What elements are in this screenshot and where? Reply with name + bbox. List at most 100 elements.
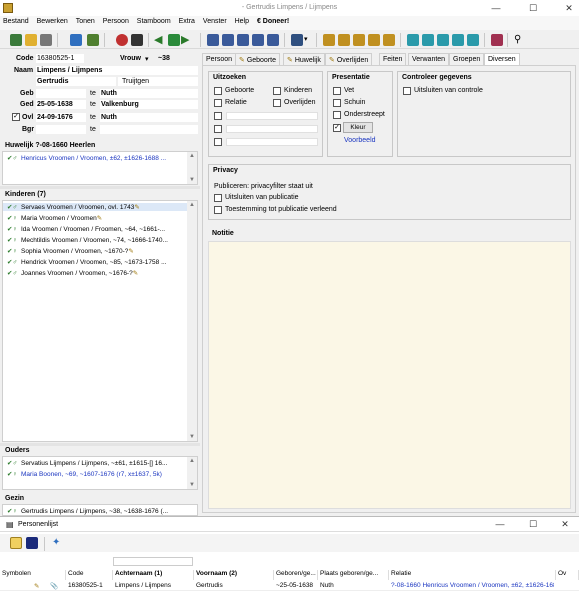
filter-icon[interactable]: ✦ <box>52 537 64 549</box>
menu-venster[interactable]: Venster <box>200 16 230 25</box>
scroll-down-icon[interactable]: ▼ <box>189 177 195 183</box>
list-item[interactable]: ✔♀ Mechtildis Vroomen / Vroomen, ~74, ~16… <box>7 236 168 244</box>
family-icon[interactable] <box>452 34 464 46</box>
chart-icon[interactable] <box>291 34 303 46</box>
death-date-field[interactable]: 24-09-1676 <box>36 113 86 122</box>
person-search-icon[interactable] <box>131 34 143 46</box>
tab-persoon[interactable]: Persoon <box>202 53 237 65</box>
custom-field-3[interactable] <box>226 138 318 146</box>
new-document-icon[interactable] <box>10 537 22 549</box>
couple-icon[interactable] <box>437 34 449 46</box>
menu-bestand[interactable]: Bestand <box>0 16 32 25</box>
relatie-checkbox[interactable] <box>214 99 222 107</box>
death-checkbox[interactable]: ✓ <box>12 113 20 121</box>
scroll-up-icon[interactable]: ▲ <box>189 458 195 464</box>
tab-geboorte[interactable]: ✎ Geboorte <box>235 53 280 65</box>
table-row[interactable] <box>0 592 579 600</box>
custom-checkbox-2[interactable] <box>214 125 222 133</box>
view-descendants-icon[interactable] <box>267 34 279 46</box>
toestemming-checkbox[interactable] <box>214 206 222 214</box>
list-item[interactable]: ✔♀ Sophia Vroomen / Vroomen, ~1670-?✎ <box>7 247 134 255</box>
list-item[interactable]: ✔♀ Gertrudis Limpens / Lijmpens, ~38, ~16… <box>7 507 168 515</box>
menu-persoon[interactable]: Persoon <box>100 16 132 25</box>
kleur-button[interactable]: Kleur <box>343 122 373 133</box>
col-symbolen[interactable]: Symbolen <box>0 570 66 580</box>
list-item[interactable]: ✔♂ Servaes Vroomen / Vroomen, ovl. 1743✎ <box>3 203 187 211</box>
menu-tonen[interactable]: Tonen <box>73 16 98 25</box>
open-folder-icon[interactable] <box>25 34 37 46</box>
view-ancestors-icon[interactable] <box>252 34 264 46</box>
list-item[interactable]: ✔♂ Joannes Vroomen / Vroomen, ~1676-?✎ <box>7 269 138 277</box>
list-item[interactable]: ✔♀ Maria Boonen, ~69, ~1607-1676 (r7, x±1… <box>7 470 162 478</box>
list-item[interactable]: ✔♀ Ida Vroomen / Vroomen / Froomen, ~64, … <box>7 225 165 233</box>
book-icon[interactable] <box>491 34 503 46</box>
person-icon[interactable] <box>422 34 434 46</box>
tree-chart-icon[interactable] <box>323 34 335 46</box>
tab-groepen[interactable]: Groepen <box>449 53 485 65</box>
table-row[interactable]: ✎ 📎 16380525-1 Limpens / Lijmpens Gertru… <box>0 581 579 591</box>
view-list-icon[interactable] <box>207 34 219 46</box>
sex-select[interactable]: Vrouw <box>120 55 141 62</box>
search-input[interactable] <box>113 557 193 566</box>
scrollbar[interactable]: ▲ ▼ <box>187 457 197 489</box>
ancestor-chart-icon[interactable] <box>338 34 350 46</box>
lock-icon[interactable] <box>26 537 38 549</box>
birth-place-field[interactable]: Nuth <box>100 89 198 98</box>
burial-place-field[interactable] <box>100 125 198 134</box>
geboorte-checkbox[interactable] <box>214 87 222 95</box>
menu-extra[interactable]: Extra <box>176 16 198 25</box>
minimize-button[interactable]: — <box>491 518 509 530</box>
menu-stamboom[interactable]: Stamboom <box>134 16 174 25</box>
col-geboren[interactable]: Geboren/ge... <box>274 570 318 580</box>
save-icon[interactable] <box>40 34 52 46</box>
view-family-icon[interactable] <box>222 34 234 46</box>
menu-doneer[interactable]: € Doneer! <box>254 16 292 25</box>
scroll-up-icon[interactable]: ▲ <box>189 202 195 208</box>
new-icon[interactable] <box>10 34 22 46</box>
baptism-date-field[interactable]: 25-05-1638 <box>36 100 86 109</box>
menu-bewerken[interactable]: Bewerken <box>34 16 71 25</box>
home-icon[interactable] <box>168 34 180 46</box>
baptism-place-field[interactable]: Valkenburg <box>100 100 198 109</box>
minimize-button[interactable]: — <box>487 2 505 14</box>
vet-checkbox[interactable] <box>333 87 341 95</box>
scrollbar[interactable]: ▲ ▼ <box>187 152 197 184</box>
maximize-button[interactable]: ☐ <box>524 518 542 530</box>
tab-diversen[interactable]: Diversen <box>484 53 520 65</box>
person-icon[interactable] <box>407 34 419 46</box>
menu-help[interactable]: Help <box>232 16 252 25</box>
burial-date-field[interactable] <box>36 125 86 134</box>
onderstreept-checkbox[interactable] <box>333 111 341 119</box>
col-voornaam[interactable]: Voornaam (2) <box>194 570 274 580</box>
fan-chart-icon[interactable] <box>383 34 395 46</box>
search-icon[interactable]: ⚲ <box>514 34 526 46</box>
uitsluiten-controle-checkbox[interactable] <box>403 87 411 95</box>
close-button[interactable]: ✕ <box>560 2 578 14</box>
scroll-up-icon[interactable]: ▲ <box>189 153 195 159</box>
report-icon[interactable] <box>87 34 99 46</box>
undo-icon[interactable] <box>116 34 128 46</box>
nickname-field[interactable]: Truijtgen <box>118 77 198 86</box>
tab-feiten[interactable]: Feiten <box>379 53 407 65</box>
splitter[interactable] <box>0 186 200 189</box>
custom-checkbox-3[interactable] <box>214 138 222 146</box>
overlijden-checkbox[interactable] <box>273 99 281 107</box>
chevron-down-icon[interactable]: ▾ <box>304 34 316 46</box>
custom-field-2[interactable] <box>226 125 318 133</box>
list-item[interactable]: ✔♂ Henricus Vroomen / Vroomen, ±62, ±1626… <box>7 154 166 162</box>
col-achternaam[interactable]: Achternaam (1) <box>113 570 194 580</box>
code-field[interactable]: 16380525-1 <box>36 54 84 63</box>
forward-arrow-icon[interactable]: ▶ <box>181 34 193 46</box>
group-icon[interactable] <box>467 34 479 46</box>
schuin-checkbox[interactable] <box>333 99 341 107</box>
uitsluiten-publicatie-checkbox[interactable] <box>214 194 222 202</box>
maximize-button[interactable]: ☐ <box>524 2 542 14</box>
tab-verwanten[interactable]: Verwanten <box>408 53 450 65</box>
notitie-textarea[interactable] <box>208 241 571 509</box>
col-relatie[interactable]: Relatie <box>389 570 556 580</box>
splitter[interactable] <box>0 443 200 446</box>
col-plaats[interactable]: Plaats geboren/ge... <box>318 570 389 580</box>
list-item[interactable]: ✔♂ Servatius Lijmpens / Lijmpens, ~±61, ±… <box>7 459 167 467</box>
custom-checkbox-1[interactable] <box>214 112 222 120</box>
sex-dropdown-icon[interactable]: ▾ <box>145 55 149 63</box>
